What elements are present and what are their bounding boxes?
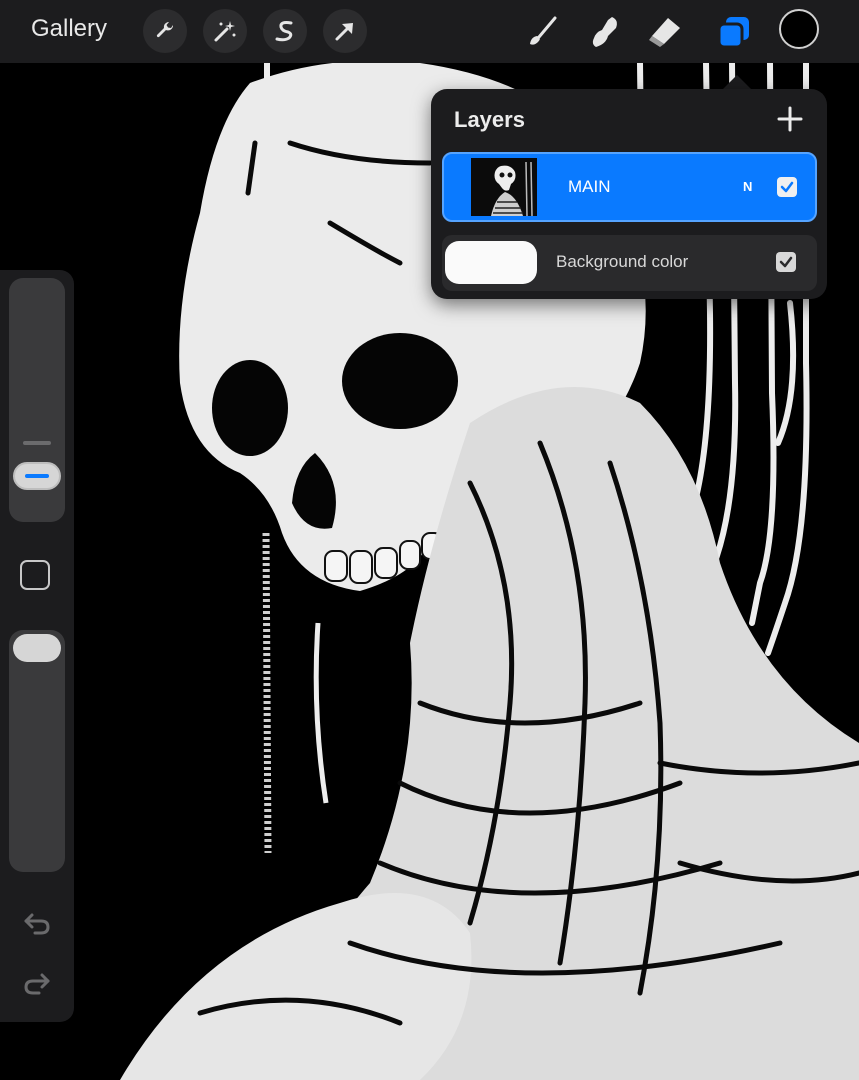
size-indicator	[25, 474, 49, 478]
layer-visibility-checkbox[interactable]	[777, 177, 797, 197]
checkmark-icon	[779, 256, 793, 268]
selection-icon	[275, 21, 293, 42]
slider-tick	[23, 441, 51, 445]
brush-tool-button[interactable]	[522, 12, 562, 52]
transform-arrow-icon	[335, 23, 353, 41]
blend-mode-button[interactable]: N	[743, 179, 752, 194]
layer-name: Background color	[556, 252, 689, 271]
wrench-icon	[156, 21, 174, 38]
layer-name: MAIN	[568, 177, 611, 196]
undo-button[interactable]	[21, 908, 53, 940]
selection-button[interactable]	[263, 9, 307, 53]
top-toolbar: Gallery	[0, 0, 859, 63]
layer-row-background[interactable]: Background color	[442, 235, 817, 291]
eraser-icon	[649, 18, 680, 47]
opacity-thumb[interactable]	[13, 634, 61, 662]
brush-size-slider[interactable]	[9, 278, 65, 522]
layers-title: Layers	[454, 107, 525, 132]
smudge-tool-button[interactable]	[584, 12, 624, 52]
layers-icon	[717, 17, 749, 49]
checkmark-icon	[780, 181, 794, 193]
left-sidebar	[0, 270, 74, 1022]
opacity-slider[interactable]	[9, 630, 65, 872]
plus-icon	[777, 106, 803, 132]
undo-icon	[24, 913, 50, 935]
color-picker-button[interactable]	[779, 9, 819, 49]
gallery-button[interactable]: Gallery	[31, 15, 107, 43]
background-color-swatch	[445, 241, 537, 284]
eraser-tool-button[interactable]	[644, 12, 684, 52]
smudge-icon	[592, 17, 617, 47]
popover-caret	[722, 75, 752, 90]
modifier-button[interactable]	[20, 560, 50, 590]
layer-visibility-checkbox[interactable]	[776, 252, 796, 272]
brush-size-thumb[interactable]	[13, 462, 61, 490]
add-layer-button[interactable]	[775, 104, 805, 134]
adjustments-button[interactable]	[203, 9, 247, 53]
brush-icon	[530, 16, 557, 45]
actions-button[interactable]	[143, 9, 187, 53]
redo-icon	[24, 973, 50, 995]
redo-button[interactable]	[21, 968, 53, 1000]
layers-panel: Layers MAIN N Background color	[431, 89, 827, 299]
layer-row-main[interactable]: MAIN N	[442, 152, 817, 222]
layers-tool-button[interactable]	[714, 12, 754, 52]
transform-button[interactable]	[323, 9, 367, 53]
magic-wand-icon	[214, 21, 236, 42]
layer-thumbnail	[471, 158, 537, 216]
